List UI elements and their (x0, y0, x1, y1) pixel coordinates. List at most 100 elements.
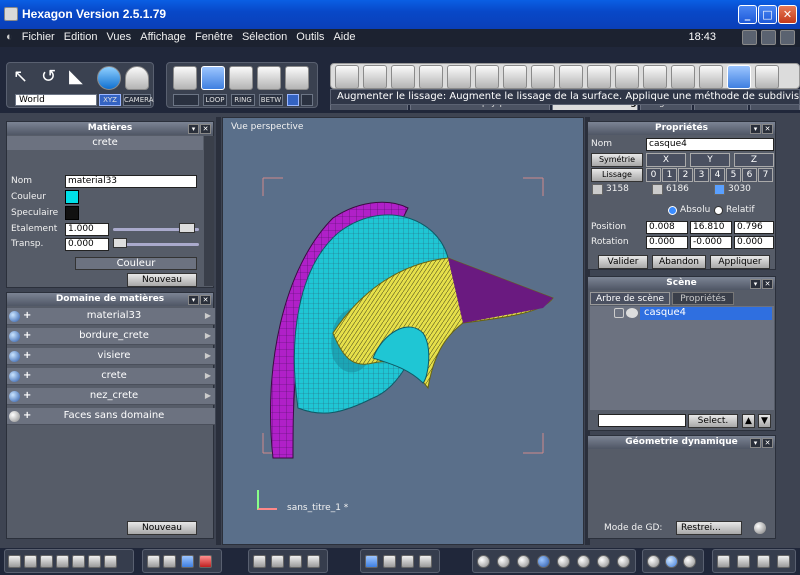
select-object-icon[interactable] (257, 66, 281, 90)
scene-up-icon[interactable]: ▲ (742, 414, 755, 428)
position-z-field[interactable]: 0.796 (734, 221, 774, 234)
smooth-icon[interactable] (671, 65, 695, 89)
select-all-icon[interactable] (285, 66, 309, 90)
system-close-icon[interactable] (780, 30, 795, 45)
delete-face-icon[interactable] (559, 65, 583, 89)
transp-slider-handle[interactable] (113, 238, 127, 248)
panel-close-icon[interactable]: ✕ (762, 124, 773, 134)
maximize-button[interactable]: □ (758, 5, 777, 24)
lissage-level-2[interactable]: 2 (678, 168, 693, 182)
panel-menu-icon[interactable]: ▾ (188, 295, 199, 305)
menu-outils[interactable]: Outils (293, 29, 327, 45)
fit-view-icon[interactable] (253, 555, 266, 568)
active-shading-icon[interactable] (537, 555, 550, 568)
matieres-nouveau-button[interactable]: Nouveau (127, 273, 197, 287)
render-sphere-icon[interactable] (617, 555, 630, 568)
bridge-icon[interactable] (503, 65, 527, 89)
layout-5-icon[interactable] (72, 555, 85, 568)
valider-button[interactable]: Valider (598, 255, 648, 269)
menu-fenetre[interactable]: Fenêtre (192, 29, 236, 45)
panel-menu-icon[interactable]: ▾ (750, 124, 761, 134)
list-item[interactable]: + Faces sans domaine (7, 408, 215, 425)
layout-toggle-icon[interactable] (199, 555, 212, 568)
scene-item-casque4[interactable]: casque4 (640, 307, 772, 320)
menu-aide[interactable]: Aide (330, 29, 358, 45)
position-x-field[interactable]: 0.008 (646, 221, 688, 234)
etalement-field[interactable]: 1.000 (65, 223, 109, 236)
split-icon[interactable] (447, 65, 471, 89)
lissage-button[interactable]: Lissage (591, 168, 643, 182)
abandon-button[interactable]: Abandon (652, 255, 706, 269)
scene-search-field[interactable] (598, 414, 686, 427)
lissage-level-1[interactable]: 1 (662, 168, 677, 182)
layout-7-icon[interactable] (104, 555, 117, 568)
select-face-icon[interactable] (229, 66, 253, 90)
select-button[interactable]: Select. (688, 414, 738, 428)
couleur-swatch[interactable] (65, 190, 79, 204)
cube-icon[interactable] (717, 555, 730, 568)
appliquer-button[interactable]: Appliquer (710, 255, 770, 269)
settings-icon[interactable] (777, 555, 790, 568)
layout-2-icon[interactable] (24, 555, 37, 568)
lissage-level-6[interactable]: 6 (742, 168, 757, 182)
ghost-icon[interactable] (125, 66, 149, 90)
speculaire-swatch[interactable] (65, 206, 79, 220)
absolu-radio[interactable] (668, 206, 677, 215)
material-icon[interactable] (665, 555, 678, 568)
lasso-icon[interactable] (173, 94, 199, 106)
rotation-z-field[interactable]: 0.000 (734, 236, 774, 249)
sym-x-button[interactable]: X (646, 153, 686, 167)
weld-icon[interactable] (475, 65, 499, 89)
close-button[interactable]: ✕ (778, 5, 797, 24)
panel-close-icon[interactable]: ✕ (200, 295, 211, 305)
list-item[interactable]: + crete ▶ (7, 368, 215, 385)
lissage-level-3[interactable]: 3 (694, 168, 709, 182)
rotation-x-field[interactable]: 0.000 (646, 236, 688, 249)
universal-manipulator-icon[interactable] (97, 66, 121, 90)
menu-affichage[interactable]: Affichage (137, 29, 189, 45)
flat-sphere-icon[interactable] (577, 555, 590, 568)
download-icon[interactable] (419, 555, 432, 568)
position-y-field[interactable]: 16.810 (690, 221, 732, 234)
list-item[interactable]: + nez_crete ▶ (7, 388, 215, 405)
orbit-icon[interactable] (307, 555, 320, 568)
relatif-radio[interactable] (714, 206, 723, 215)
menu-vues[interactable]: Vues (104, 29, 135, 45)
tools-icon[interactable] (383, 555, 396, 568)
subdivide-icon[interactable] (727, 65, 751, 89)
bevel-icon[interactable] (363, 65, 387, 89)
smooth-sphere-icon[interactable] (517, 555, 530, 568)
tweak-icon[interactable] (615, 65, 639, 89)
magnet-icon[interactable] (401, 555, 414, 568)
transp-field[interactable]: 0.000 (65, 238, 109, 251)
viewport-perspective[interactable]: Vue perspective sans_titre_1 * (222, 117, 584, 545)
panel-menu-icon[interactable]: ▾ (750, 279, 761, 289)
grid-display-icon[interactable] (147, 555, 160, 568)
fill-hole-icon[interactable] (531, 65, 555, 89)
grow-selection-icon[interactable] (287, 94, 299, 106)
left-splitter[interactable] (216, 117, 221, 545)
list-item[interactable]: + visiere ▶ (7, 348, 215, 365)
matieres-scrollbar[interactable] (204, 136, 214, 286)
layout-4-icon[interactable] (56, 555, 69, 568)
crease-icon[interactable] (699, 65, 723, 89)
panel-close-icon[interactable]: ✕ (762, 438, 773, 448)
xyz-button[interactable]: XYZ (99, 94, 121, 106)
grid-toggle-icon[interactable] (181, 555, 194, 568)
material-channel-dropdown[interactable]: Couleur (75, 257, 197, 270)
mode-gd-select[interactable]: Restrei... (676, 521, 742, 535)
menu-fichier[interactable]: Fichier (19, 29, 58, 45)
light-icon[interactable] (647, 555, 660, 568)
world-select[interactable]: World (15, 94, 97, 106)
minimize-button[interactable]: _ (738, 5, 757, 24)
scale-tool-icon[interactable]: ◣ (69, 66, 93, 90)
system-minimize-icon[interactable] (742, 30, 757, 45)
ring-button[interactable]: RING (231, 94, 255, 106)
panel-close-icon[interactable]: ✕ (762, 279, 773, 289)
environment-icon[interactable] (683, 555, 696, 568)
shrink-selection-icon[interactable] (301, 94, 313, 106)
select-arrow-icon[interactable]: ↖ (13, 66, 37, 90)
lissage-level-7[interactable]: 7 (758, 168, 773, 182)
gd-sphere-icon[interactable] (754, 522, 766, 534)
inset-icon[interactable] (391, 65, 415, 89)
